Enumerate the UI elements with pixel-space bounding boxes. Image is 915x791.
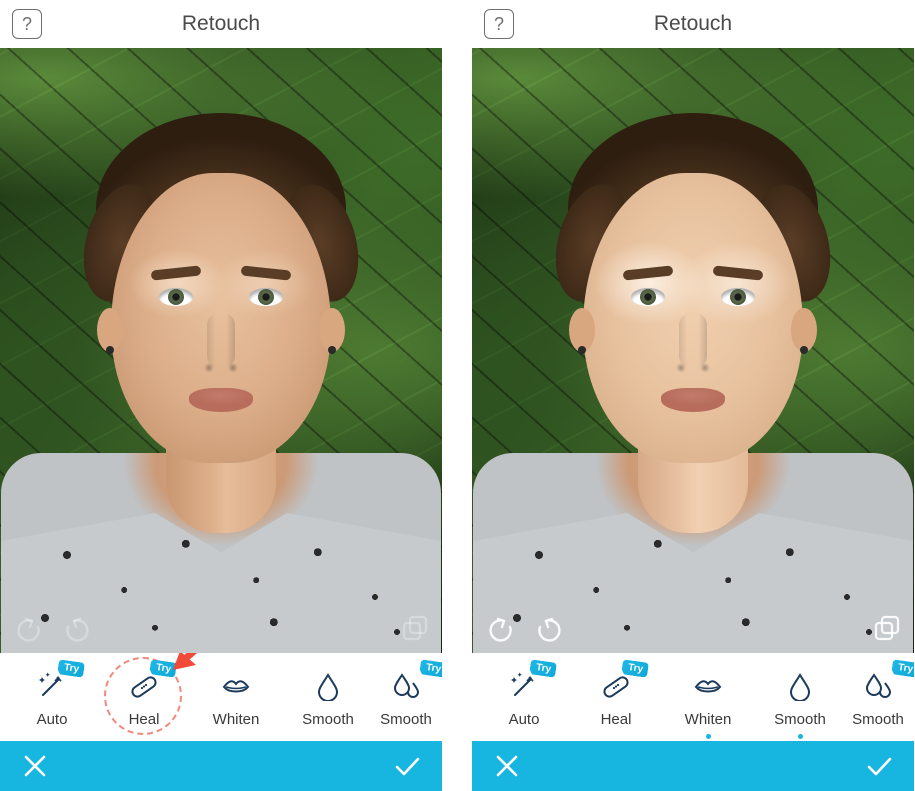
confirm-button[interactable] (862, 749, 896, 783)
tool-label: Smooth (774, 711, 826, 728)
screen-title: Retouch (0, 12, 442, 36)
try-badge: Try (891, 659, 914, 677)
screen-title: Retouch (472, 12, 914, 36)
bandaid-icon (601, 671, 631, 701)
redo-button[interactable] (536, 615, 564, 643)
help-icon: ? (22, 14, 32, 35)
cancel-button[interactable] (18, 749, 52, 783)
tool-heal[interactable]: Try Heal (570, 653, 662, 741)
canvas-controls (472, 615, 914, 643)
compare-button[interactable] (400, 615, 428, 643)
close-icon (21, 752, 49, 780)
undo-button[interactable] (14, 615, 42, 643)
lips-icon (693, 671, 723, 701)
cancel-button[interactable] (490, 749, 524, 783)
phone-left: ? Retouch (0, 0, 442, 791)
drop-icon (785, 671, 815, 701)
try-badge: Try (529, 659, 557, 677)
tool-smooth-plus[interactable]: Try Smooth (846, 653, 910, 741)
tool-heal[interactable]: Try Heal (98, 653, 190, 741)
try-badge: Try (149, 659, 177, 677)
tool-label: Whiten (685, 711, 732, 728)
photo-canvas[interactable] (472, 48, 914, 653)
tool-smooth[interactable]: Smooth (754, 653, 846, 741)
tool-whiten[interactable]: Whiten (662, 653, 754, 741)
check-icon (865, 752, 893, 780)
footer-bar (0, 741, 442, 791)
compare-button[interactable] (872, 615, 900, 643)
wand-icon (37, 671, 67, 701)
footer-bar (472, 741, 914, 791)
phone-right: ? Retouch (472, 0, 914, 791)
header: ? Retouch (0, 0, 442, 48)
lips-icon (221, 671, 251, 701)
confirm-button[interactable] (390, 749, 424, 783)
tool-toolbar: Try Auto Try Heal Whiten Smooth Try Smoo… (472, 653, 914, 741)
help-button[interactable]: ? (484, 9, 514, 39)
photo-canvas[interactable] (0, 48, 442, 653)
wand-icon (509, 671, 539, 701)
tool-whiten[interactable]: Whiten (190, 653, 282, 741)
tool-label: Auto (509, 711, 540, 728)
drops-icon (863, 671, 893, 701)
try-badge: Try (621, 659, 649, 677)
active-dot-icon (798, 734, 803, 739)
active-dot-icon (706, 734, 711, 739)
close-icon (493, 752, 521, 780)
tool-auto[interactable]: Try Auto (6, 653, 98, 741)
tool-label: Whiten (213, 711, 260, 728)
tool-label: Smooth (302, 711, 354, 728)
tool-label: Smooth (380, 711, 432, 728)
drop-icon (313, 671, 343, 701)
try-badge: Try (57, 659, 85, 677)
tool-label: Heal (601, 711, 632, 728)
tool-label: Auto (37, 711, 68, 728)
tool-smooth-plus[interactable]: Try Smooth (374, 653, 438, 741)
tool-smooth[interactable]: Smooth (282, 653, 374, 741)
redo-button[interactable] (64, 615, 92, 643)
canvas-controls (0, 615, 442, 643)
help-button[interactable]: ? (12, 9, 42, 39)
tool-auto[interactable]: Try Auto (478, 653, 570, 741)
help-icon: ? (494, 14, 504, 35)
photo-after (472, 48, 914, 653)
undo-button[interactable] (486, 615, 514, 643)
try-badge: Try (419, 659, 442, 677)
photo-before (0, 48, 442, 653)
tool-label: Heal (129, 711, 160, 728)
bandaid-icon (129, 671, 159, 701)
header: ? Retouch (472, 0, 914, 48)
tool-label: Smooth (852, 711, 904, 728)
tool-toolbar: Try Auto Try Heal Whiten Smooth Try Smoo… (0, 653, 442, 741)
check-icon (393, 752, 421, 780)
drops-icon (391, 671, 421, 701)
